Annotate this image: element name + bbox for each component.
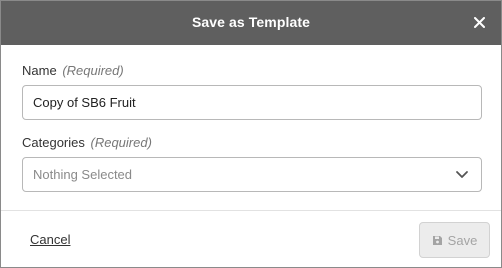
- categories-label: Categories (Required): [22, 135, 152, 150]
- dialog-title: Save as Template: [191, 14, 311, 30]
- name-input[interactable]: Copy of SB6 Fruit: [22, 85, 482, 120]
- categories-selected-value: Nothing Selected: [33, 167, 133, 182]
- name-label-text: Name: [22, 63, 57, 78]
- categories-label-text: Categories: [22, 135, 85, 150]
- close-button[interactable]: [467, 10, 491, 34]
- chevron-down-icon: [456, 171, 468, 178]
- save-button[interactable]: Save: [419, 222, 490, 258]
- footer-divider: [1, 210, 501, 211]
- categories-select[interactable]: Nothing Selected: [22, 157, 482, 192]
- cancel-button[interactable]: Cancel: [30, 232, 70, 247]
- name-label: Name (Required): [22, 63, 124, 78]
- name-required-text: (Required): [62, 63, 124, 78]
- save-button-label: Save: [447, 232, 478, 248]
- categories-required-text: (Required): [90, 135, 152, 150]
- dialog-header: Save as Template: [1, 1, 501, 45]
- close-icon: [473, 16, 485, 28]
- save-icon: [432, 235, 442, 245]
- save-as-template-dialog: Save as Template Name (Required) Copy of…: [0, 0, 502, 268]
